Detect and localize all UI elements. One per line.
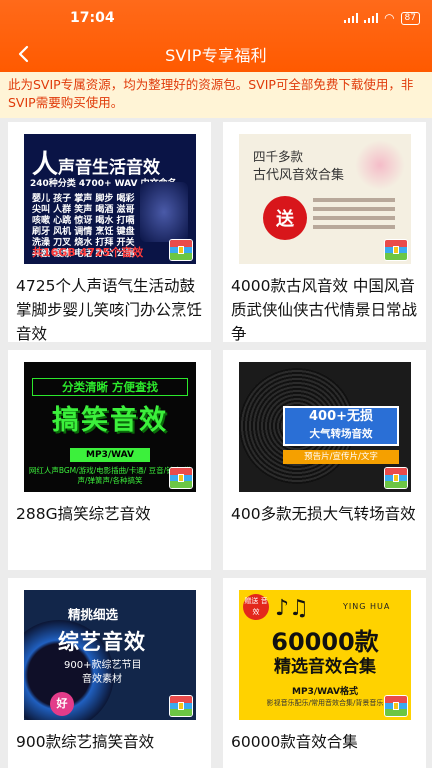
app-bar: SVIP专享福利 <box>0 36 432 72</box>
resource-card[interactable]: 精挑细选 综艺音效 900+款综艺节目 音效素材 好 900款综艺搞笑音效 <box>8 578 211 768</box>
music-notes-icon: ♪♫ <box>275 596 309 621</box>
status-time: 17:04 <box>70 10 115 26</box>
thumb-description: 网红人声BGM/游戏/电影插曲/卡通/ 豆音/铃声/掌声/弹簧声/各种搞笑 <box>28 466 192 485</box>
thumb-line-2: 古代风音效合集 <box>253 168 345 183</box>
resource-title: 900款综艺搞笑音效 <box>16 733 155 751</box>
thumb-subheading: 精选音效合集 <box>274 657 376 677</box>
gift-stamp: 送 <box>263 196 307 240</box>
resource-title: 400多款无损大气转场音效 <box>231 505 416 523</box>
blossom-decoration <box>355 140 405 190</box>
resource-thumbnail: 400+无损 大气转场音效 预告片/宣传片/文字 <box>239 362 411 492</box>
top-header: 17:04 ◠ 87 SVIP专享福利 <box>0 0 432 72</box>
performer-image <box>140 182 188 242</box>
resource-card[interactable]: 四千多款 古代风音效合集 送 4000款古风音效 中国风音质武侠仙侠古代情景日常… <box>223 122 426 343</box>
resource-title: 4725个人声语气生活动鼓掌脚步婴儿笑咳门办公烹饪音效 <box>16 277 203 343</box>
thumb-line-1: 精挑细选 <box>68 607 119 622</box>
status-bar: 17:04 ◠ 87 <box>0 0 432 36</box>
signal-icon <box>344 13 359 23</box>
thumb-line-1: 400+无损 <box>308 409 374 424</box>
archive-icon <box>385 468 407 488</box>
thumb-badge: 好 <box>50 692 74 716</box>
resource-thumbnail: 四千多款 古代风音效合集 送 <box>239 134 411 264</box>
thumb-heading: 搞笑音效 <box>52 405 168 436</box>
thumb-footer: 共16GB 4725个音效 <box>32 246 144 259</box>
resource-grid: 人声音生活音效 240种分类 4700+ WAV 中文命名 婴儿 孩子 掌声 脚… <box>0 118 432 768</box>
thumb-text-lines <box>313 198 395 234</box>
chevron-left-icon <box>18 45 29 63</box>
thumb-badge: 分类清晰 方便查找 <box>32 378 188 396</box>
archive-icon <box>385 696 407 716</box>
thumb-tag: 预告片/宣传片/文字 <box>283 450 399 464</box>
back-button[interactable] <box>10 40 38 68</box>
resource-thumbnail: 分类清晰 方便查找 搞笑音效 MP3/WAV 网红人声BGM/游戏/电影插曲/卡… <box>24 362 196 492</box>
resource-card[interactable]: 人声音生活音效 240种分类 4700+ WAV 中文命名 婴儿 孩子 掌声 脚… <box>8 122 211 343</box>
resource-thumbnail: 人声音生活音效 240种分类 4700+ WAV 中文命名 婴儿 孩子 掌声 脚… <box>24 134 196 264</box>
thumb-line-2: 综艺音效 <box>58 630 146 654</box>
resource-card[interactable]: 赠送 音效 ♪♫ YING HUA 60000款 精选音效合集 MP3/WAV格… <box>223 578 426 768</box>
signal-icon-2 <box>364 13 379 23</box>
thumb-line-4: 音效素材 <box>82 674 122 685</box>
resource-thumbnail: 赠送 音效 ♪♫ YING HUA 60000款 精选音效合集 MP3/WAV格… <box>239 590 411 720</box>
archive-icon <box>385 240 407 260</box>
resource-title: 4000款古风音效 中国风音质武侠仙侠古代情景日常战争 <box>231 277 418 343</box>
resource-card[interactable]: 分类清晰 方便查找 搞笑音效 MP3/WAV 网红人声BGM/游戏/电影插曲/卡… <box>8 350 211 570</box>
thumb-format: MP3/WAV <box>70 448 150 462</box>
battery-icon: 87 <box>400 11 420 25</box>
wifi-icon: ◠ <box>384 11 395 25</box>
page-title: SVIP专享福利 <box>165 46 267 65</box>
thumb-heading-box: 400+无损 大气转场音效 <box>283 406 399 446</box>
thumb-line-3: 900+款综艺节目 <box>64 660 142 671</box>
thumb-brand: YING HUA <box>343 602 391 611</box>
archive-icon <box>170 240 192 260</box>
archive-icon <box>170 696 192 716</box>
svip-notice: 此为SVIP专属资源，均为整理好的资源包。SVIP可全部免费下载使用，非SVIP… <box>0 72 432 118</box>
resource-thumbnail: 精挑细选 综艺音效 900+款综艺节目 音效素材 好 <box>24 590 196 720</box>
thumb-line-2: 大气转场音效 <box>309 428 373 440</box>
resource-title: 60000款音效合集 <box>231 733 358 751</box>
resource-card[interactable]: 400+无损 大气转场音效 预告片/宣传片/文字 400多款无损大气转场音效 <box>223 350 426 570</box>
archive-icon <box>170 468 192 488</box>
resource-title: 288G搞笑综艺音效 <box>16 505 151 523</box>
thumb-line-1: 四千多款 <box>253 149 304 164</box>
status-icons: ◠ 87 <box>344 11 420 25</box>
gift-seal: 赠送 音效 <box>243 594 269 620</box>
